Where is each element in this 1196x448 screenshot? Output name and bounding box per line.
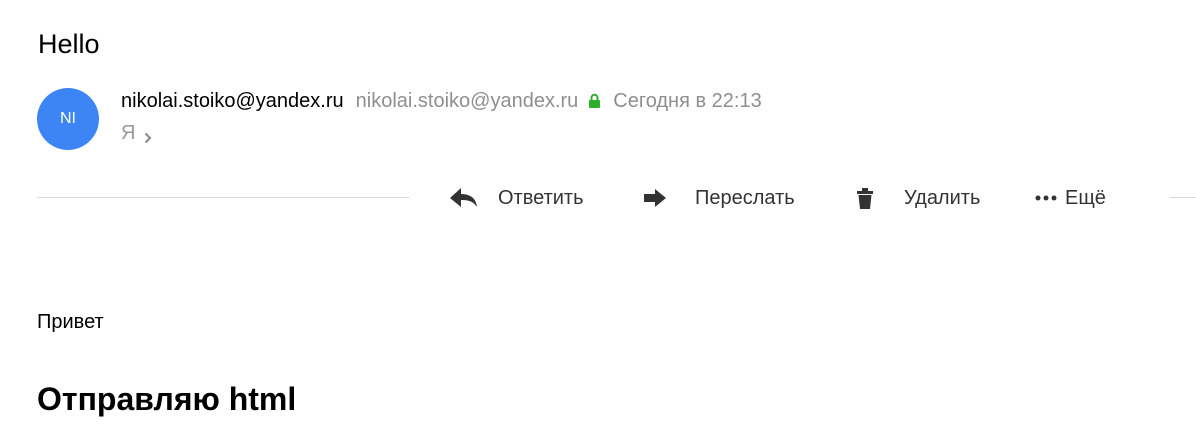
reply-icon — [450, 188, 478, 208]
trash-icon — [857, 187, 873, 209]
recipient-label: Я — [121, 121, 136, 144]
message-subject: Hello — [38, 29, 100, 59]
sender-avatar[interactable]: NI — [37, 88, 99, 150]
reply-label: Ответить — [498, 186, 584, 209]
sender-name[interactable]: nikolai.stoiko@yandex.ru — [121, 90, 344, 113]
message-toolbar: Ответить Переслать Удалить Ещё — [0, 183, 1196, 213]
message-body-greeting: Привет — [37, 311, 104, 333]
reply-button[interactable]: Ответить — [450, 183, 584, 213]
message-body-heading: Отправляю html — [37, 381, 297, 417]
forward-label: Переслать — [695, 186, 795, 209]
sender-email[interactable]: nikolai.stoiko@yandex.ru — [356, 90, 579, 113]
message-date: Сегодня в 22:13 — [613, 89, 762, 112]
forward-button[interactable]: Переслать — [644, 183, 795, 213]
delete-label: Удалить — [904, 186, 981, 209]
chevron-right-icon — [144, 127, 152, 144]
more-label: Ещё — [1065, 186, 1106, 209]
avatar-initials: NI — [60, 110, 76, 127]
sender-line: nikolai.stoiko@yandex.ru nikolai.stoiko@… — [121, 88, 762, 114]
more-dots-icon — [1035, 195, 1057, 201]
lock-icon — [588, 93, 601, 109]
more-button[interactable]: Ещё — [1035, 183, 1106, 213]
delete-button[interactable]: Удалить — [857, 183, 980, 213]
forward-arrow-icon — [644, 189, 666, 207]
recipient-line[interactable]: Я — [121, 120, 152, 146]
